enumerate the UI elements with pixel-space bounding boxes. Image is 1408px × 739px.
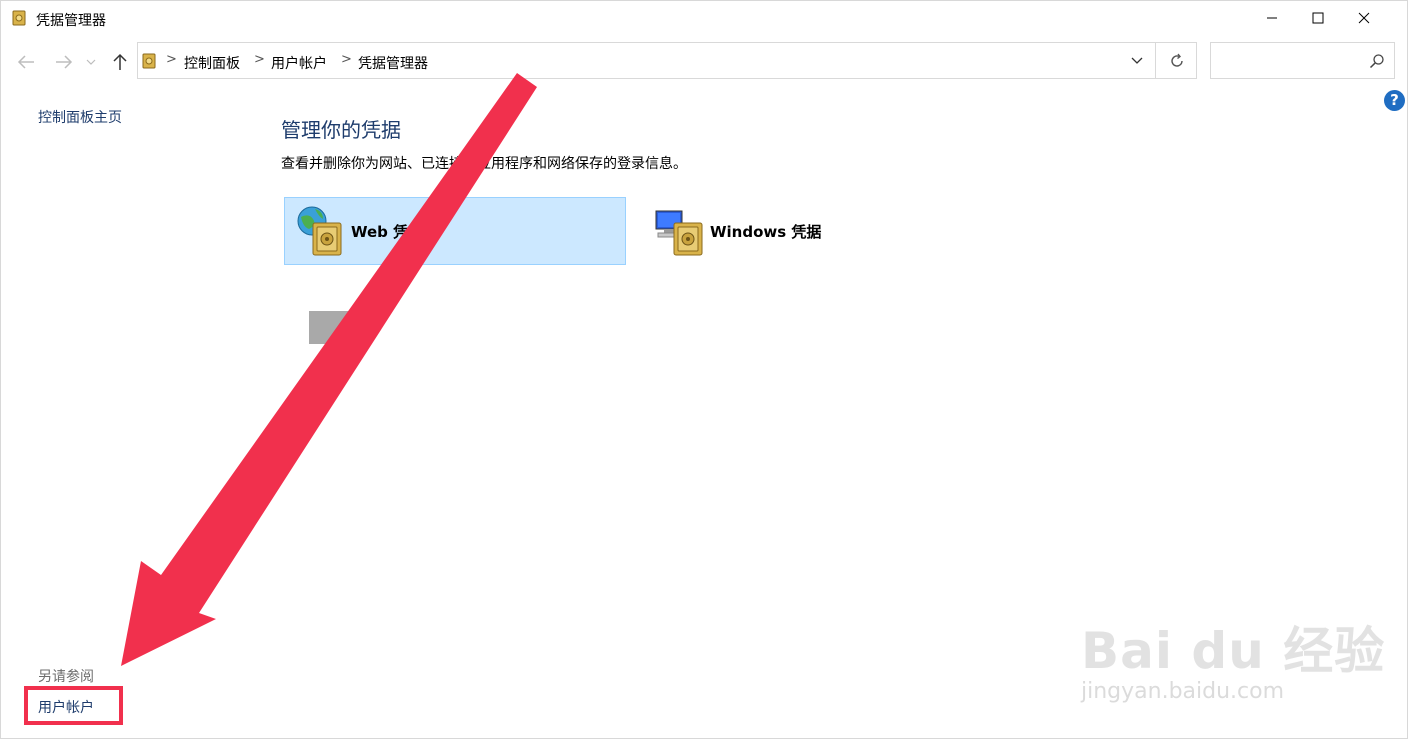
vault-icon xyxy=(12,10,26,26)
forward-arrow-icon xyxy=(56,55,73,69)
back-button[interactable] xyxy=(14,50,38,74)
web-credentials-tile[interactable]: Web 凭据 xyxy=(284,197,626,265)
chevron-down-icon xyxy=(1131,57,1143,64)
back-arrow-icon xyxy=(17,55,34,69)
breadcrumb-separator: > xyxy=(341,52,352,67)
computer-vault-icon xyxy=(655,210,703,256)
refresh-icon xyxy=(1170,53,1183,67)
search-box[interactable] xyxy=(1210,42,1395,79)
close-icon xyxy=(1358,12,1370,24)
address-dropdown-button[interactable] xyxy=(1120,43,1154,78)
credential-manager-window: 凭据管理器 > 控制面板 > 用户帐户 > 凭据管理器 ? 控制面板主页 另请参… xyxy=(0,0,1408,739)
chevron-down-icon xyxy=(86,59,96,65)
search-icon[interactable] xyxy=(1369,53,1385,69)
web-credentials-label: Web 凭据 xyxy=(351,222,424,241)
obscured-area xyxy=(309,311,353,344)
maximize-icon xyxy=(1312,12,1324,24)
watermark-brand: Bai du 经验 xyxy=(1081,622,1386,680)
page-title: 管理你的凭据 xyxy=(281,118,401,142)
globe-vault-icon xyxy=(297,206,342,256)
breadcrumb-credential-manager[interactable]: 凭据管理器 xyxy=(358,53,428,73)
title-bar: 凭据管理器 xyxy=(1,1,1407,35)
forward-button[interactable] xyxy=(52,50,76,74)
breadcrumb-separator: > xyxy=(166,52,177,67)
control-panel-home-link[interactable]: 控制面板主页 xyxy=(38,107,122,127)
recent-locations-button[interactable] xyxy=(83,50,99,74)
refresh-button[interactable] xyxy=(1155,43,1197,78)
minimize-button[interactable] xyxy=(1249,1,1295,35)
highlight-box xyxy=(24,686,123,725)
see-also-heading: 另请参阅 xyxy=(38,669,94,685)
watermark-url: jingyan.baidu.com xyxy=(1081,679,1285,704)
page-description: 查看并删除你为网站、已连接的应用程序和网络保存的登录信息。 xyxy=(281,156,687,172)
address-bar[interactable]: > 控制面板 > 用户帐户 > 凭据管理器 xyxy=(137,42,1197,79)
windows-credentials-label: Windows 凭据 xyxy=(710,222,822,241)
vault-icon xyxy=(142,53,156,69)
search-input[interactable] xyxy=(1217,50,1362,72)
breadcrumb-control-panel[interactable]: 控制面板 xyxy=(184,53,240,73)
up-button[interactable] xyxy=(108,50,132,74)
window-title: 凭据管理器 xyxy=(36,13,106,29)
maximize-button[interactable] xyxy=(1295,1,1341,35)
up-arrow-icon xyxy=(113,53,127,70)
minimize-icon xyxy=(1267,17,1277,19)
close-button[interactable] xyxy=(1341,1,1387,35)
help-icon[interactable]: ? xyxy=(1384,90,1405,111)
breadcrumb-separator: > xyxy=(254,52,265,67)
windows-credentials-tile[interactable]: Windows 凭据 xyxy=(644,197,986,265)
breadcrumb-user-accounts[interactable]: 用户帐户 xyxy=(271,53,327,73)
